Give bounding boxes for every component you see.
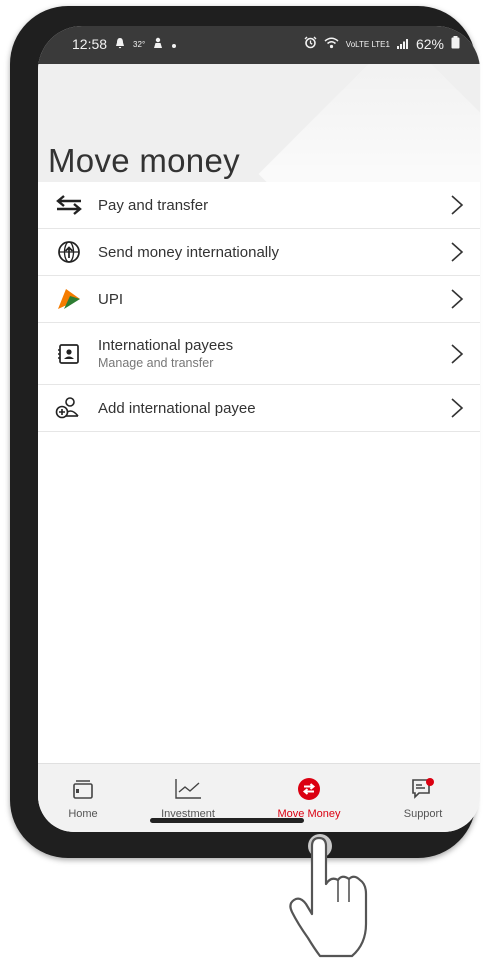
nav-investment[interactable]: Investment xyxy=(143,776,233,820)
dot-icon xyxy=(171,36,177,52)
chat-badge-icon xyxy=(378,776,468,802)
wallet-icon xyxy=(38,776,128,802)
wifi-icon xyxy=(324,36,339,52)
tap-hand-icon xyxy=(289,834,368,958)
chevron-right-icon xyxy=(448,343,466,365)
nav-home[interactable]: Home xyxy=(38,776,128,820)
menu-item-label: International payees xyxy=(98,337,234,354)
globe-arrow-icon xyxy=(54,240,84,264)
move-money-icon xyxy=(264,776,354,802)
menu-item-label: Send money internationally xyxy=(98,243,279,261)
transfer-arrows-icon xyxy=(54,193,84,217)
battery-icon xyxy=(451,36,460,52)
menu-item-label: UPI xyxy=(98,290,124,308)
status-temperature: 32° xyxy=(133,39,146,49)
home-indicator-bar[interactable] xyxy=(150,818,304,823)
menu-item-add-international-payee[interactable]: Add international payee xyxy=(38,385,480,432)
chevron-right-icon xyxy=(448,397,466,419)
app-screen: 12:58 32° VoLTE LTE1 62% Move money Pay … xyxy=(38,26,480,832)
status-time: 12:58 xyxy=(72,36,108,52)
chevron-right-icon xyxy=(448,194,466,216)
menu-item-sublabel: Manage and transfer xyxy=(98,356,214,370)
nav-label: Support xyxy=(403,808,443,820)
menu-item-international-payees[interactable]: International payees Manage and transfer xyxy=(38,323,480,385)
add-person-icon xyxy=(54,396,84,420)
menu-item-upi[interactable]: UPI xyxy=(38,276,480,323)
network-type-label: VoLTE LTE1 xyxy=(345,39,390,49)
alarm-icon xyxy=(304,36,317,52)
chevron-right-icon xyxy=(448,288,466,310)
notification-bell-icon xyxy=(115,36,125,52)
menu-item-label: Add international payee xyxy=(98,399,256,417)
move-money-menu: Pay and transfer Send money internationa… xyxy=(38,182,480,432)
line-chart-icon xyxy=(143,776,233,802)
page-title: Move money xyxy=(48,142,240,179)
phone-frame: 12:58 32° VoLTE LTE1 62% Move money Pay … xyxy=(10,6,480,858)
status-bar: 12:58 32° VoLTE LTE1 62% xyxy=(38,26,480,64)
menu-item-label: Pay and transfer xyxy=(98,196,209,214)
battery-percent: 62% xyxy=(415,36,444,52)
payee-card-icon xyxy=(54,342,84,366)
person-alert-icon xyxy=(153,36,163,52)
chevron-right-icon xyxy=(448,241,466,263)
nav-label: Home xyxy=(68,808,98,820)
menu-item-pay-and-transfer[interactable]: Pay and transfer xyxy=(38,182,480,229)
menu-item-send-money-internationally[interactable]: Send money internationally xyxy=(38,229,480,276)
nav-move-money[interactable]: Move Money xyxy=(264,776,354,820)
signal-icon xyxy=(396,36,409,52)
nav-support[interactable]: Support xyxy=(378,776,468,820)
upi-logo-icon xyxy=(54,287,84,311)
